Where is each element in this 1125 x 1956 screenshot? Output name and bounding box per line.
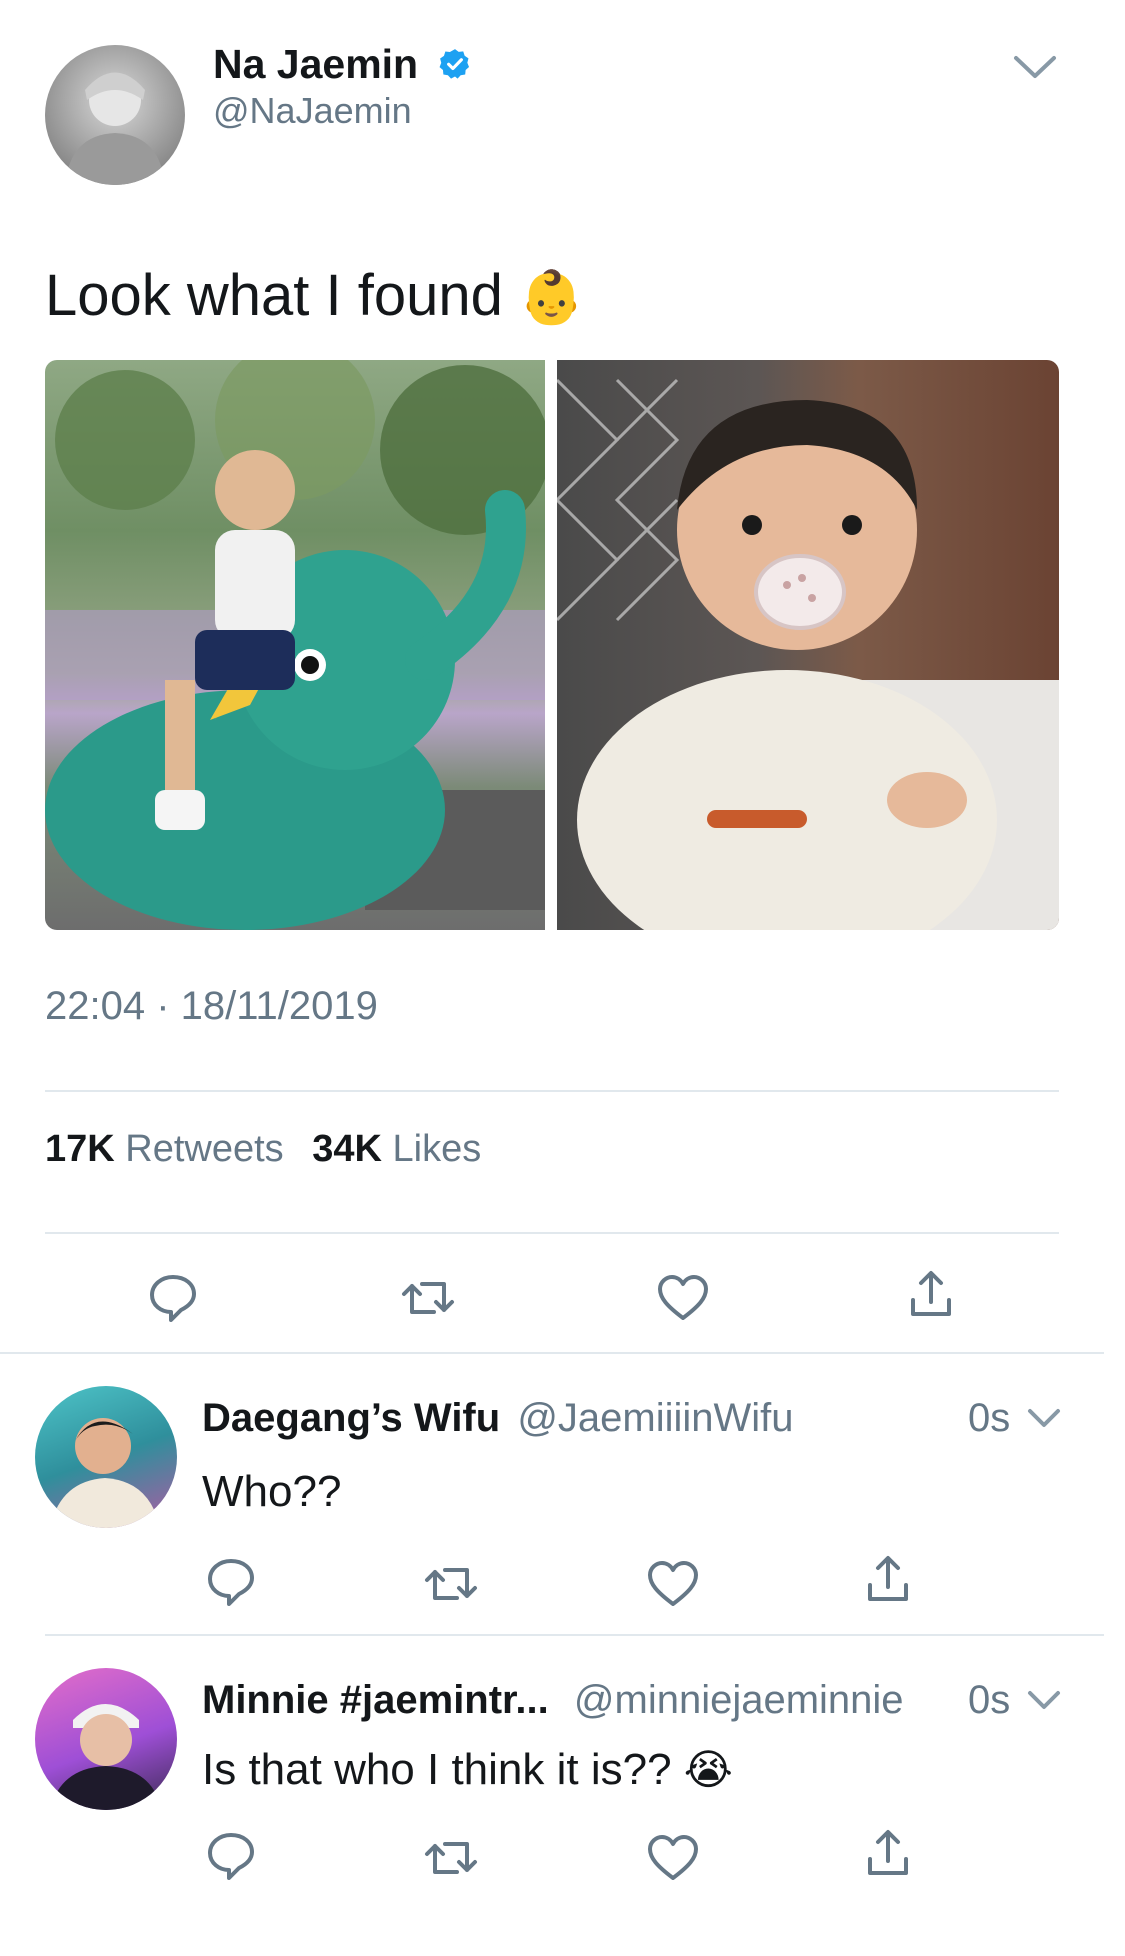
reply-time: 0s [968, 1396, 1011, 1440]
retweet-count: 17K [45, 1128, 115, 1170]
chevron-down-icon[interactable] [1026, 1405, 1062, 1431]
reply-text: Who?? [202, 1467, 342, 1516]
retweet-icon[interactable] [400, 1274, 456, 1322]
reply-author-name[interactable]: Daegang’s Wifu [202, 1396, 500, 1440]
divider [0, 1352, 1104, 1354]
crying-emoji: 😭 [683, 1746, 733, 1793]
like-stat[interactable]: 34K Likes [312, 1128, 481, 1170]
retweet-icon[interactable] [423, 1834, 479, 1882]
author-name[interactable]: Na Jaemin [213, 40, 418, 88]
baby-emoji: 👶 [519, 269, 584, 327]
retweet-label: Retweets [125, 1128, 284, 1170]
retweet-stat[interactable]: 17K Retweets [45, 1128, 294, 1170]
reply-header: Daegang’s Wifu @JaemiiiinWifu [202, 1394, 794, 1442]
reply-avatar[interactable] [35, 1386, 177, 1528]
heart-icon[interactable] [646, 1560, 700, 1608]
tweet-stats: 17K Retweets 34K Likes [45, 1126, 481, 1172]
reply-author-handle[interactable]: @minniejaeminnie [574, 1678, 904, 1722]
chevron-down-icon[interactable] [1012, 52, 1058, 82]
tweet-text: Look what I found 👶 [45, 262, 584, 332]
divider [45, 1232, 1059, 1234]
reply-avatar[interactable] [35, 1668, 177, 1810]
tweet-photo-1[interactable] [45, 360, 545, 930]
tweet-text-content: Look what I found [45, 263, 503, 328]
retweet-icon[interactable] [423, 1560, 479, 1608]
tweet-timestamp[interactable]: 22:04 · 18/11/2019 [45, 982, 378, 1030]
reply-icon[interactable] [147, 1272, 199, 1324]
reply-header: Minnie #jaemintr... @minniejaeminnie [202, 1676, 904, 1724]
tweet-photo-2[interactable] [557, 360, 1059, 930]
verified-badge-icon [438, 47, 472, 81]
divider [45, 1090, 1059, 1092]
reply-icon[interactable] [205, 1830, 257, 1882]
share-icon[interactable] [864, 1827, 912, 1879]
heart-icon[interactable] [656, 1274, 710, 1322]
reply-author-handle[interactable]: @JaemiiiinWifu [517, 1396, 793, 1440]
author-avatar[interactable] [45, 45, 185, 185]
author-handle[interactable]: @NaJaemin [213, 90, 412, 132]
reply-time: 0s [968, 1678, 1011, 1722]
like-count: 34K [312, 1128, 382, 1170]
share-icon[interactable] [907, 1268, 955, 1320]
heart-icon[interactable] [646, 1834, 700, 1882]
reply-author-name[interactable]: Minnie #jaemintr... [202, 1678, 549, 1722]
divider [45, 1634, 1104, 1636]
reply-icon[interactable] [205, 1556, 257, 1608]
reply-text: Is that who I think it is?? 😭 [202, 1742, 733, 1798]
share-icon[interactable] [864, 1553, 912, 1605]
reply-text-content: Is that who I think it is?? [202, 1745, 672, 1794]
like-label: Likes [392, 1128, 482, 1170]
chevron-down-icon[interactable] [1026, 1687, 1062, 1713]
